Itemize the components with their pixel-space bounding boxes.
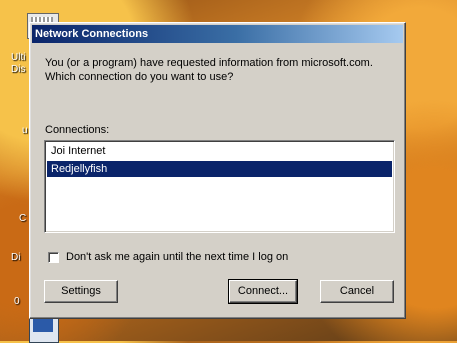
connections-label: Connections: — [45, 124, 110, 136]
dialog-title[interactable]: Network Connections — [32, 25, 403, 43]
dialog-message: You (or a program) have requested inform… — [45, 57, 373, 83]
desktop-icon-label[interactable]: Ulti — [11, 52, 25, 63]
connection-item-redjellyfish[interactable]: Redjellyfish — [47, 161, 392, 177]
desktop-icon-label[interactable]: 0 — [14, 296, 20, 307]
desktop-icon-label[interactable]: Dis — [11, 64, 25, 75]
settings-button[interactable]: Settings — [44, 280, 118, 303]
dont-ask-again-row[interactable]: Don't ask me again until the next time I… — [48, 251, 288, 263]
connect-button[interactable]: Connect... — [228, 279, 298, 304]
desktop-icon-label[interactable]: C — [19, 213, 26, 224]
dont-ask-again-label[interactable]: Don't ask me again until the next time I… — [66, 251, 288, 263]
connection-item-joi-internet[interactable]: Joi Internet — [47, 143, 392, 159]
desktop-icon-label[interactable]: u — [22, 125, 28, 136]
dont-ask-again-checkbox[interactable] — [48, 251, 59, 263]
network-connections-dialog: Network Connections You (or a program) h… — [29, 22, 406, 319]
desktop-icon-label[interactable]: Di — [11, 252, 20, 263]
connections-list[interactable]: Joi Internet Redjellyfish — [44, 140, 395, 233]
cancel-button[interactable]: Cancel — [320, 280, 394, 303]
